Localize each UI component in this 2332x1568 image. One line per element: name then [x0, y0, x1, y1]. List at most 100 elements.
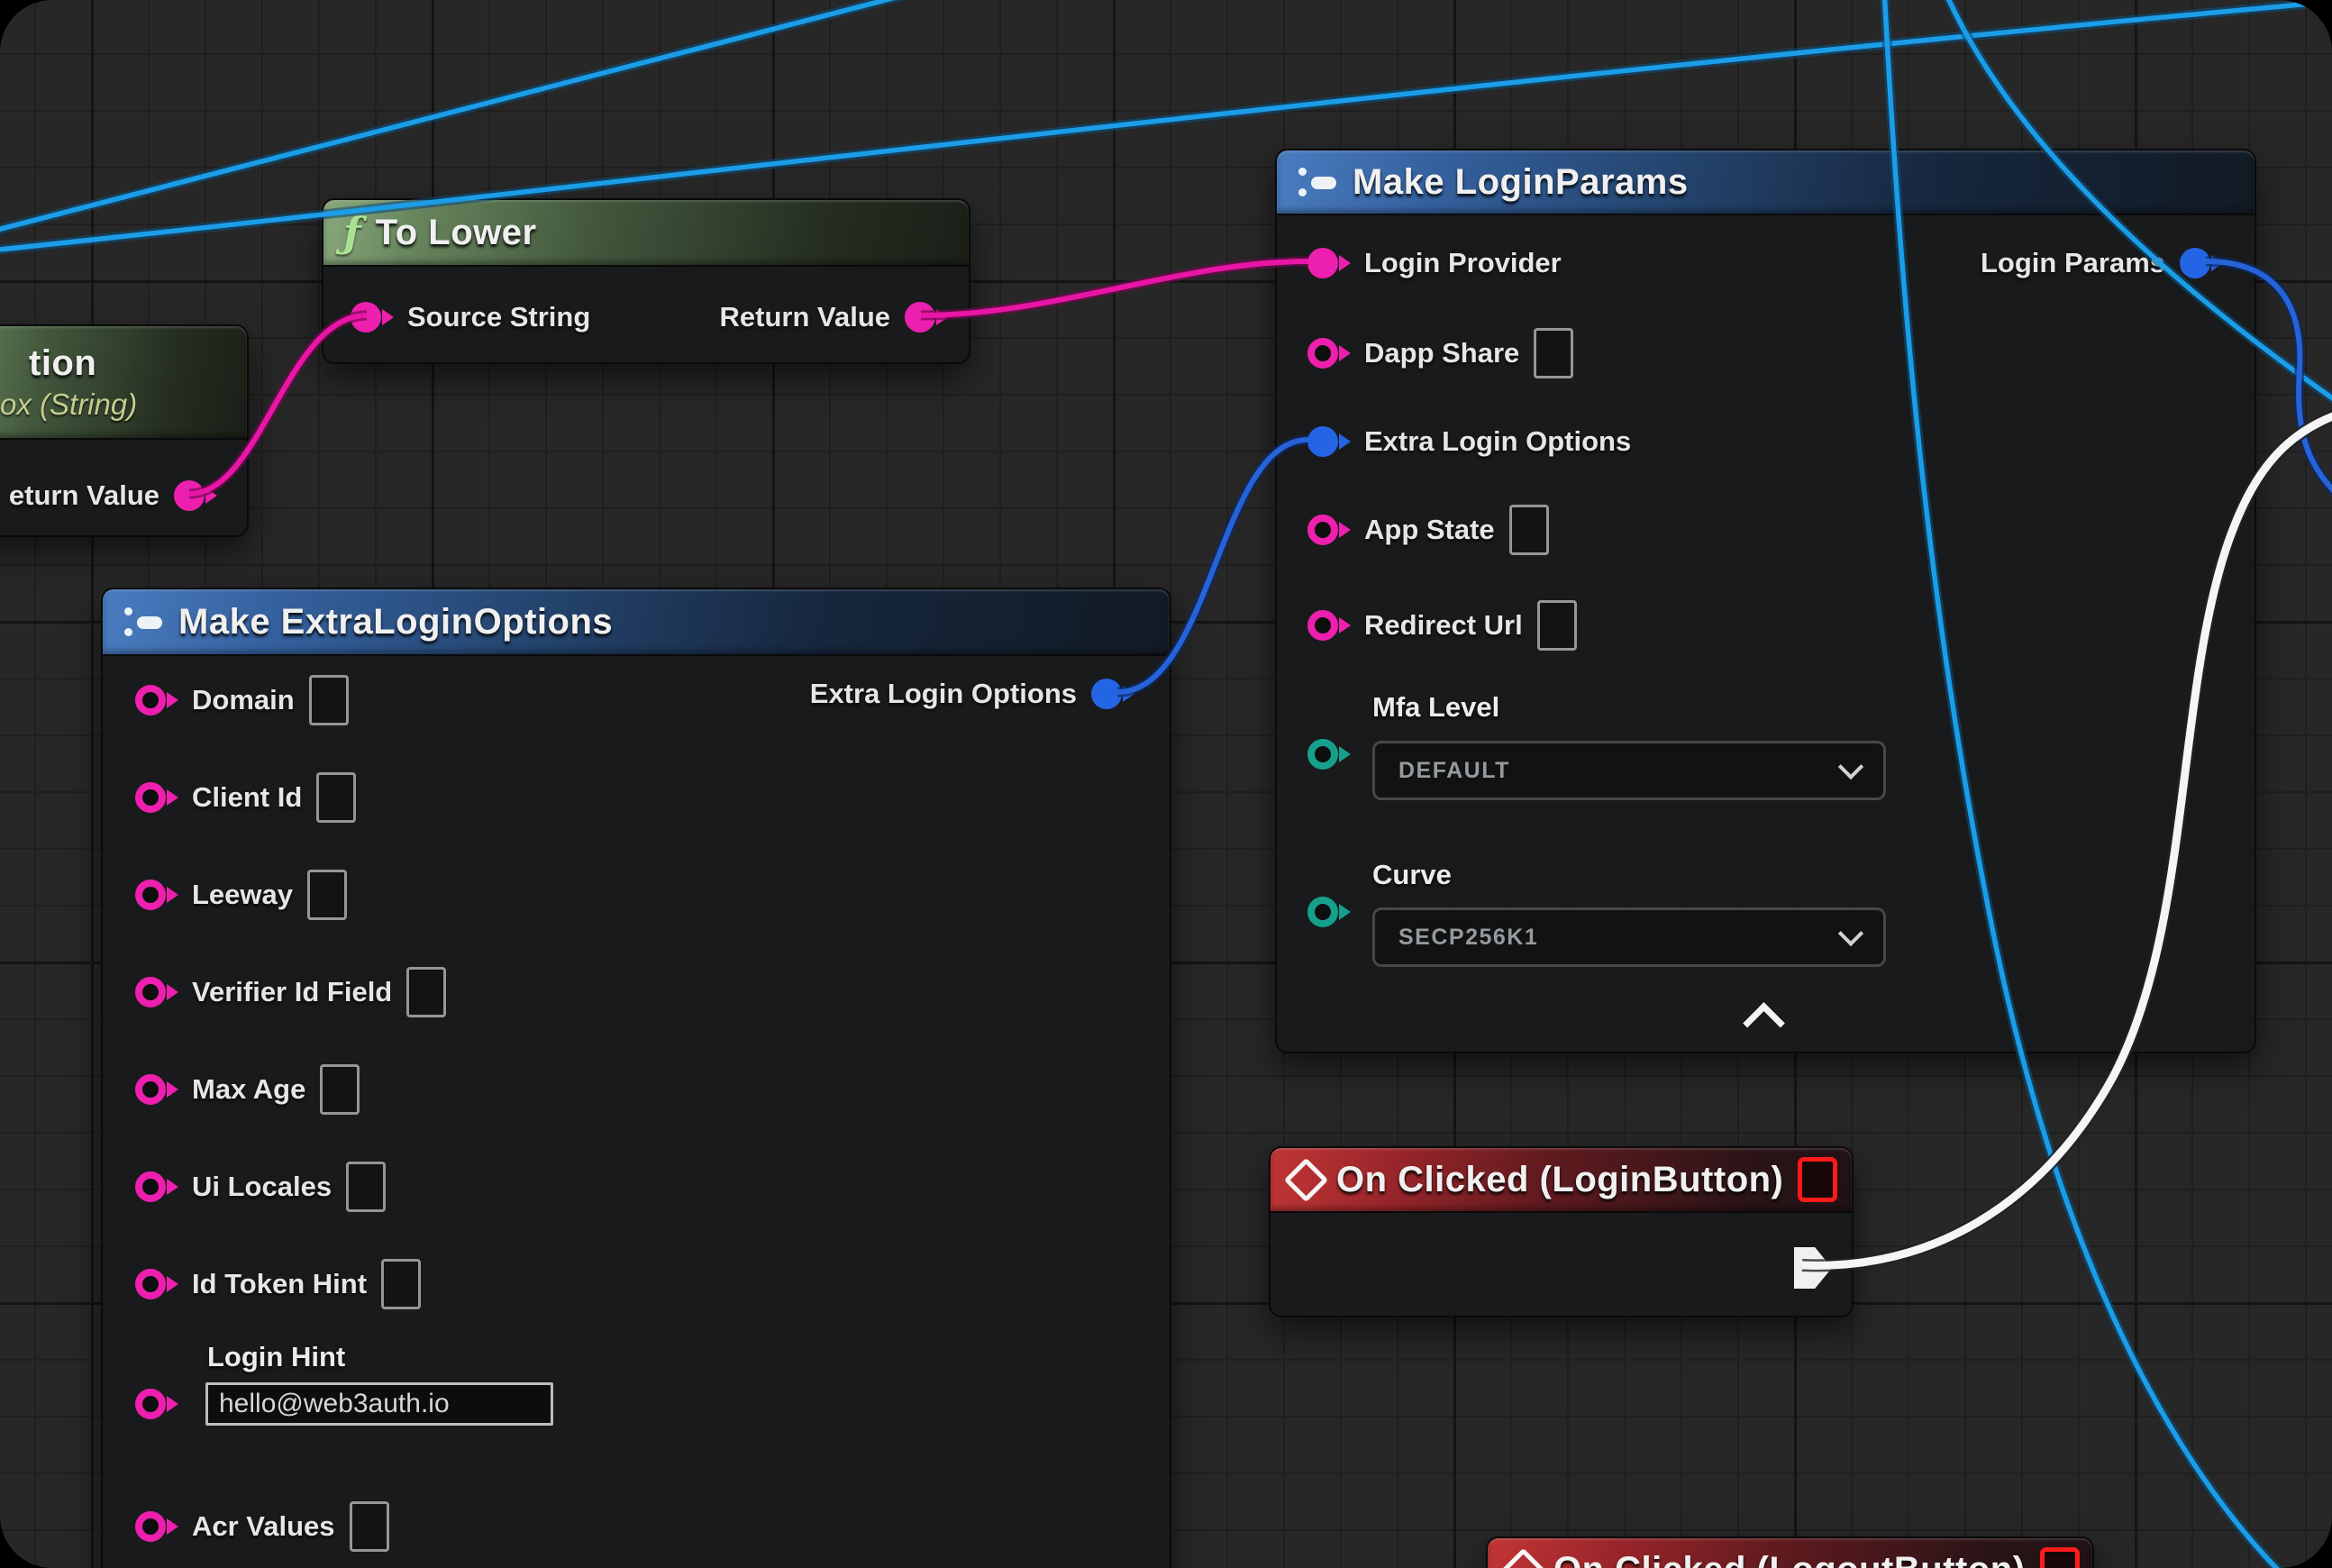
- node-on-clicked-login-button[interactable]: On Clicked (LoginButton): [1269, 1146, 1854, 1317]
- node-subtitle-fragment: ox (String): [0, 387, 137, 422]
- string-input-pin-icon[interactable]: [1307, 610, 1350, 641]
- string-input-pin-icon[interactable]: [135, 1171, 178, 1202]
- node-make-extra-login-options[interactable]: Make ExtraLoginOptions Extra Login Optio…: [101, 588, 1171, 1568]
- leeway-value-box[interactable]: [307, 870, 347, 920]
- pin-label: Leeway: [192, 879, 293, 911]
- chevron-down-icon: [1838, 754, 1863, 779]
- string-output-pin-icon[interactable]: [905, 302, 947, 333]
- pin-label-mfa-level: Mfa Level: [1372, 691, 1499, 724]
- enum-input-pin-icon[interactable]: [1307, 897, 1350, 927]
- wire-tolower-to-provider[interactable]: [921, 261, 1308, 315]
- dapp-share-value-box[interactable]: [1534, 328, 1573, 378]
- curve-dropdown[interactable]: SECP256K1: [1372, 907, 1886, 967]
- event-diamond-icon: [1284, 1157, 1328, 1201]
- exec-output-pin-icon[interactable]: [1794, 1247, 1832, 1289]
- function-icon: ƒ: [343, 212, 361, 253]
- pin-label: Id Token Hint: [192, 1268, 367, 1300]
- verifier-id-field-value-box[interactable]: [406, 967, 446, 1017]
- input-row-id-token-hint: Id Token Hint: [135, 1255, 421, 1313]
- wire-tolower-to-provider-glow: [921, 261, 1308, 315]
- node-make-login-params[interactable]: Make LoginParams Login Provider Login Pa…: [1275, 149, 2256, 1053]
- domain-value-box[interactable]: [309, 675, 349, 725]
- node-title-fragment: tion: [0, 343, 96, 384]
- pin-label: Client Id: [192, 781, 302, 814]
- node-header[interactable]: On Clicked (LogoutButton): [1488, 1538, 2092, 1568]
- max-age-value-box[interactable]: [320, 1064, 360, 1115]
- input-row-ui-locales: Ui Locales: [135, 1158, 386, 1216]
- pin-label: Ui Locales: [192, 1171, 332, 1203]
- node-header[interactable]: On Clicked (LoginButton): [1271, 1148, 1852, 1213]
- node-to-lower[interactable]: ƒ To Lower Source String Return Value: [322, 198, 970, 364]
- mfa-level-value: DEFAULT: [1398, 758, 1510, 784]
- input-row-app-state: App State: [1307, 501, 1549, 559]
- node-title: To Lower: [376, 213, 537, 253]
- output-row-login-params: Login Params: [1981, 234, 2222, 292]
- pin-label: Max Age: [192, 1073, 305, 1106]
- pin-label: Return Value: [720, 301, 891, 333]
- pin-label-curve: Curve: [1372, 859, 1452, 891]
- enum-input-pin-icon[interactable]: [1307, 739, 1350, 770]
- input-row-acr-values: Acr Values: [135, 1498, 389, 1555]
- struct-output-pin-icon[interactable]: [2180, 248, 2222, 278]
- string-input-pin-icon[interactable]: [351, 302, 393, 333]
- string-input-pin-icon[interactable]: [135, 977, 178, 1007]
- acr-values-value-box[interactable]: [350, 1501, 389, 1552]
- pin-label: Source String: [407, 301, 590, 333]
- blueprint-graph-canvas[interactable]: tion ox (String) eturn Value ƒ To Lower …: [0, 0, 2332, 1568]
- node-header[interactable]: ƒ To Lower: [323, 200, 969, 267]
- pin-label-login-hint: Login Hint: [207, 1341, 345, 1373]
- node-title: Make LoginParams: [1353, 162, 1689, 203]
- collapse-node-chevron-icon[interactable]: [1743, 1002, 1785, 1044]
- node-header[interactable]: Make ExtraLoginOptions: [103, 589, 1170, 656]
- string-input-pin-icon[interactable]: [1307, 248, 1350, 278]
- pin-label: eturn Value: [9, 479, 159, 512]
- pin-label: Verifier Id Field: [192, 976, 392, 1008]
- mfa-level-dropdown[interactable]: DEFAULT: [1372, 741, 1886, 800]
- pin-label: Login Params: [1981, 247, 2165, 279]
- pin-label: Extra Login Options: [1364, 425, 1631, 458]
- node-on-clicked-logout-button[interactable]: On Clicked (LogoutButton): [1486, 1536, 2094, 1568]
- string-output-pin-icon[interactable]: [174, 480, 216, 511]
- string-input-pin-icon[interactable]: [135, 1269, 178, 1299]
- id-token-hint-value-box[interactable]: [381, 1259, 421, 1309]
- delegate-pin-icon[interactable]: [1798, 1157, 1837, 1202]
- node-header[interactable]: Make LoginParams: [1277, 150, 2255, 215]
- input-row-leeway: Leeway: [135, 866, 347, 924]
- pin-label: Domain: [192, 684, 295, 716]
- input-row-dapp-share: Dapp Share: [1307, 324, 1573, 382]
- delegate-pin-icon[interactable]: [2040, 1547, 2080, 1568]
- node-title: On Clicked (LoginButton): [1336, 1160, 1783, 1200]
- node-get-textbox-partial[interactable]: tion ox (String) eturn Value: [0, 324, 249, 537]
- pin-label: Redirect Url: [1364, 609, 1523, 642]
- event-diamond-icon: [1501, 1547, 1545, 1568]
- output-row-return-value: eturn Value: [9, 467, 216, 524]
- make-struct-icon: [1297, 165, 1338, 199]
- pin-label: Extra Login Options: [810, 678, 1077, 710]
- node-title: On Clicked (LogoutButton): [1553, 1550, 2026, 1568]
- node-header[interactable]: tion ox (String): [0, 326, 247, 440]
- pin-label: Acr Values: [192, 1510, 335, 1543]
- redirect-url-value-box[interactable]: [1537, 600, 1577, 651]
- string-input-pin-icon[interactable]: [135, 1389, 178, 1419]
- client-id-value-box[interactable]: [316, 772, 356, 823]
- struct-input-pin-icon[interactable]: [1307, 426, 1350, 457]
- pin-label: Dapp Share: [1364, 337, 1519, 369]
- pin-label: Login Provider: [1364, 247, 1562, 279]
- string-input-pin-icon[interactable]: [135, 782, 178, 813]
- string-input-pin-icon[interactable]: [1307, 515, 1350, 545]
- login-hint-input[interactable]: [205, 1382, 553, 1426]
- input-row-source-string: Source String: [351, 288, 590, 346]
- string-input-pin-icon[interactable]: [135, 685, 178, 716]
- string-input-pin-icon[interactable]: [135, 1074, 178, 1105]
- string-input-pin-icon[interactable]: [135, 1511, 178, 1542]
- struct-output-pin-icon[interactable]: [1091, 679, 1134, 709]
- chevron-down-icon: [1838, 921, 1863, 946]
- make-struct-icon: [123, 605, 164, 639]
- pin-label: App State: [1364, 514, 1495, 546]
- string-input-pin-icon[interactable]: [1307, 338, 1350, 369]
- app-state-value-box[interactable]: [1509, 505, 1549, 555]
- string-input-pin-icon[interactable]: [135, 880, 178, 910]
- ui-locales-value-box[interactable]: [346, 1162, 386, 1212]
- node-title: Make ExtraLoginOptions: [178, 602, 613, 643]
- output-row-extra-login-options: Extra Login Options: [810, 665, 1134, 723]
